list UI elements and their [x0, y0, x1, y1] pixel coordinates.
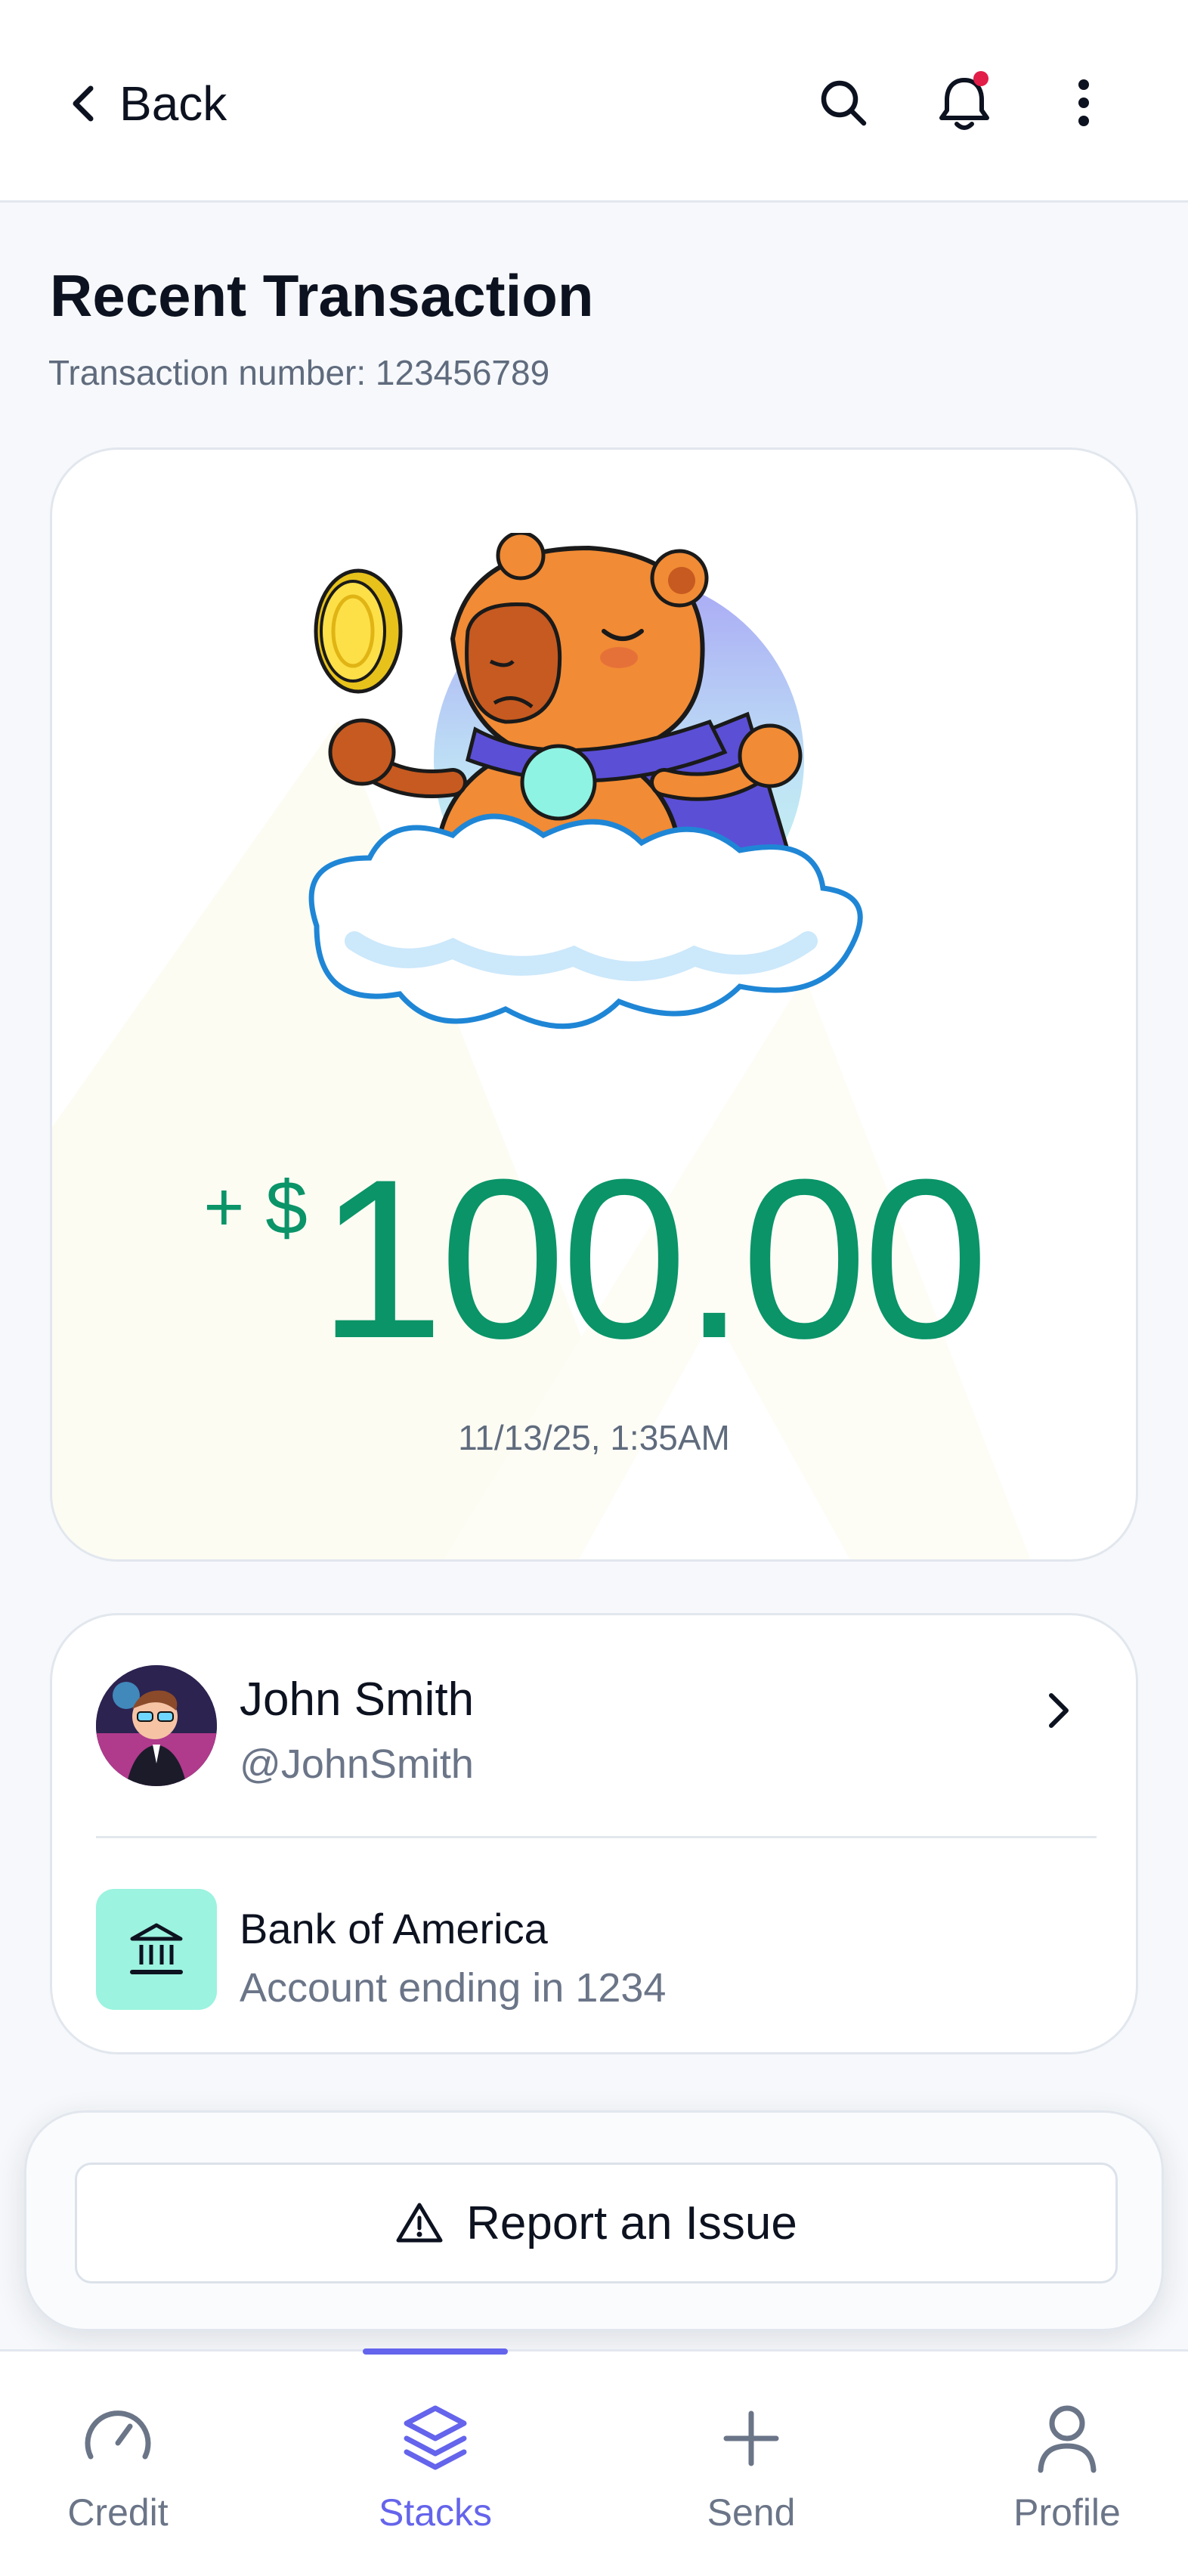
report-issue-button[interactable]: Report an Issue — [75, 2163, 1118, 2283]
user-icon — [1038, 2405, 1097, 2473]
layers-icon — [404, 2405, 467, 2470]
bank-name: Bank of America — [240, 1905, 548, 1952]
amount-value: 100.00 — [317, 1132, 989, 1386]
transaction-hero-card: + $ 100.00 11/13/25, 1:35AM — [50, 447, 1138, 1562]
nav-item-stacks[interactable]: Stacks — [337, 2397, 534, 2548]
page-title: Recent Transaction — [50, 262, 594, 329]
counterparty-row[interactable]: John Smith @JohnSmith — [96, 1665, 1097, 1789]
amount-sign: + — [203, 1169, 245, 1246]
bottom-navigation: Credit Stacks Send Profile — [0, 2348, 1188, 2576]
more-vertical-icon — [1078, 79, 1089, 126]
bell-icon — [939, 71, 989, 130]
gauge-icon — [85, 2410, 151, 2460]
top-bar: Back — [0, 0, 1188, 203]
avatar — [96, 1665, 217, 1786]
nav-item-credit[interactable]: Credit — [20, 2397, 216, 2548]
nav-label-stacks: Stacks — [378, 2491, 493, 2534]
nav-label-profile: Profile — [1013, 2491, 1121, 2534]
nav-label-send: Send — [707, 2491, 796, 2534]
chevron-left-icon — [73, 85, 94, 122]
transaction-datetime: 11/13/25, 1:35AM — [458, 1418, 730, 1457]
bank-account-row: Bank of America Account ending in 1234 — [96, 1889, 1097, 2011]
search-icon — [821, 80, 867, 126]
transaction-amount: + $ 100.00 — [52, 1145, 1136, 1372]
more-options-button[interactable] — [1047, 67, 1120, 139]
nav-item-profile[interactable]: Profile — [969, 2397, 1165, 2548]
transaction-number: Transaction number: 123456789 — [48, 353, 550, 392]
bank-account-ending: Account ending in 1234 — [240, 1965, 667, 2011]
report-issue-panel: Report an Issue — [24, 2110, 1164, 2331]
report-issue-label: Report an Issue — [466, 2197, 797, 2249]
back-button[interactable]: Back — [68, 70, 227, 138]
plus-icon — [723, 2410, 779, 2466]
capybara-mascot-image — [308, 533, 863, 1029]
counterparty-handle: @JohnSmith — [240, 1742, 474, 1787]
nav-label-credit: Credit — [67, 2491, 169, 2534]
search-button[interactable] — [807, 67, 880, 139]
back-label: Back — [119, 76, 227, 131]
chevron-right-icon — [1049, 1693, 1069, 1728]
active-tab-indicator — [363, 2348, 508, 2355]
warning-icon — [396, 2203, 443, 2243]
bank-icon — [96, 1889, 217, 2010]
divider — [96, 1836, 1097, 1838]
amount-currency: $ — [265, 1166, 308, 1250]
notifications-button[interactable] — [928, 67, 1001, 139]
transaction-details-card: John Smith @JohnSmith Bank of America Ac… — [50, 1613, 1138, 2054]
counterparty-name: John Smith — [240, 1673, 475, 1726]
nav-item-send[interactable]: Send — [653, 2397, 849, 2548]
